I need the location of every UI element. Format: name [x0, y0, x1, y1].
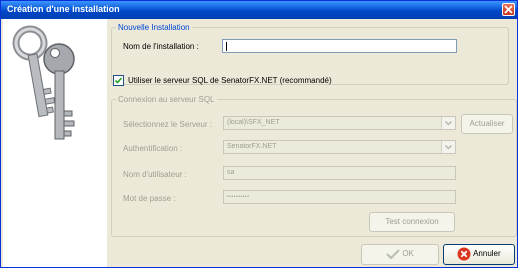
username-label: Nom d'utilisateur : [123, 170, 187, 179]
password-value: •••••••••• [227, 194, 250, 200]
chevron-down-icon [445, 145, 452, 150]
form-pane: Nouvelle Installation Nom de l'installat… [107, 19, 517, 267]
text-caret [226, 42, 227, 51]
use-sql-label[interactable]: Utiliser le serveur SQL de SenatorFX.NET… [128, 76, 332, 85]
title-bar[interactable]: Création d'une installation [1, 1, 517, 19]
checkmark-icon [114, 77, 123, 84]
close-button[interactable] [502, 3, 515, 16]
sql-connection-legend: Connexion au serveur SQL [118, 95, 215, 104]
username-value: sa [227, 169, 235, 176]
auth-value: SenatorFX.NET [227, 143, 277, 150]
keys-image-panel [3, 19, 107, 267]
auth-select[interactable]: SenatorFX.NET [223, 140, 456, 154]
server-dropdown-button[interactable] [441, 117, 455, 129]
cancel-button[interactable]: Annuler [443, 244, 515, 265]
new-install-legend: Nouvelle Installation [118, 23, 190, 32]
close-icon [504, 5, 513, 14]
keys-icon [12, 25, 75, 140]
cancel-icon [457, 247, 471, 261]
install-name-input[interactable] [222, 39, 457, 53]
refresh-button[interactable]: Actualiser [461, 114, 513, 134]
ok-button[interactable]: OK [361, 244, 439, 265]
window-title: Création d'une installation [7, 4, 120, 14]
password-label: Mot de passe : [123, 194, 176, 203]
test-connection-button[interactable]: Test connexion [369, 212, 455, 232]
cancel-label: Annuler [473, 249, 501, 258]
ok-label: OK [402, 249, 414, 258]
password-input[interactable]: •••••••••• [223, 190, 456, 204]
use-sql-checkbox[interactable] [113, 75, 124, 86]
dialog-window: Création d'une installation Nouvelle Ins… [0, 0, 518, 268]
server-value: (local)\SFX_NET [227, 119, 280, 126]
server-label: Sélectionnez le Serveur : [123, 120, 212, 129]
checkmark-icon [386, 249, 400, 260]
server-select[interactable]: (local)\SFX_NET [223, 116, 456, 130]
auth-label: Authentification : [123, 144, 183, 153]
username-input[interactable]: sa [223, 166, 456, 180]
auth-dropdown-button[interactable] [441, 141, 455, 153]
install-name-label: Nom de l'installation : [123, 42, 199, 51]
chevron-down-icon [445, 121, 452, 126]
